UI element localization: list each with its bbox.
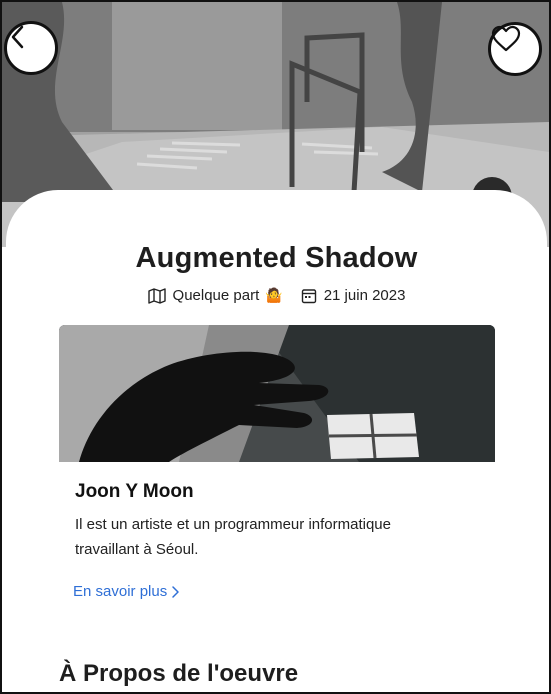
location-text: Quelque part	[172, 287, 260, 304]
artist-image	[59, 325, 495, 462]
back-button[interactable]	[4, 21, 58, 75]
artwork-meta: Quelque part 🤷 21 juin 2023	[6, 287, 547, 304]
map-icon	[147, 287, 166, 304]
date-text: 21 juin 2023	[323, 287, 406, 304]
chevron-left-icon	[11, 25, 24, 49]
detail-sheet: Augmented Shadow Quelque part 🤷 21 juin …	[6, 190, 547, 692]
heart-outline-icon	[491, 25, 521, 52]
artist-photo	[59, 325, 495, 462]
favorite-button[interactable]	[488, 22, 542, 76]
date-info: 21 juin 2023	[301, 287, 406, 304]
chevron-right-icon	[172, 585, 179, 598]
about-section-title: À Propos de l'oeuvre	[59, 660, 299, 687]
learn-more-link[interactable]: En savoir plus	[73, 583, 180, 600]
artwork-title: Augmented Shadow	[135, 242, 418, 274]
app-frame: Augmented Shadow Quelque part 🤷 21 juin …	[0, 0, 551, 694]
artist-name: Joon Y Moon	[75, 481, 194, 502]
artist-bio: Il est un artiste et un programmeur info…	[75, 516, 391, 558]
location-info: Quelque part 🤷	[147, 287, 283, 304]
shrug-emoji: 🤷	[265, 287, 283, 303]
calendar-icon	[301, 288, 316, 303]
learn-more-label: En savoir plus	[73, 583, 168, 600]
